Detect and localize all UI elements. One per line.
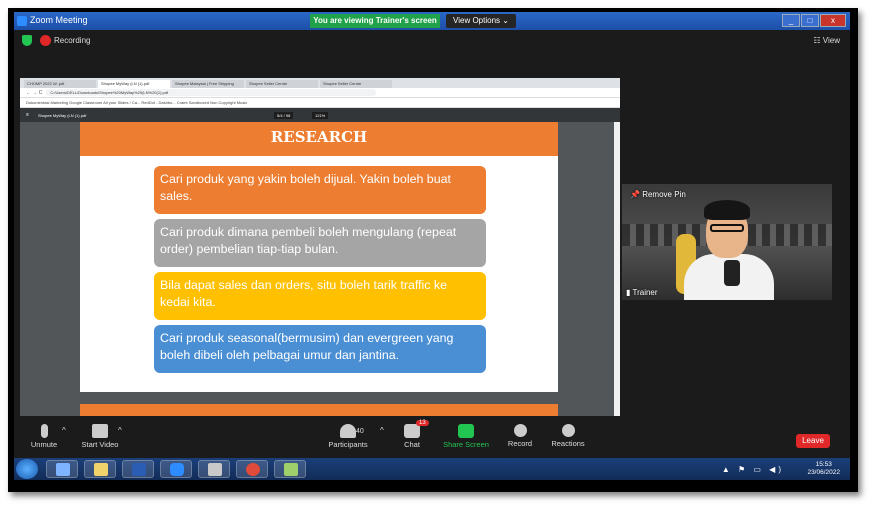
recording-icon (40, 35, 51, 46)
app-icon (56, 463, 70, 476)
participant-name-label: Trainer (632, 288, 658, 297)
zoom-level[interactable]: 121% (312, 112, 329, 119)
person-hair (704, 200, 750, 220)
pdf-scrollbar[interactable] (614, 122, 620, 416)
share-screen-icon (458, 424, 474, 438)
browser-tabs: CHOMP 2022 W..pdf Shopee MyWay (LN (1).p… (20, 78, 620, 88)
address-bar: ← → C C:/Users/DELL/Downloads/Shopee%20M… (20, 88, 620, 98)
video-off-icon (92, 424, 108, 438)
video-options-chevron-icon[interactable]: ^ (118, 426, 122, 435)
start-button-icon[interactable] (16, 459, 38, 479)
security-shield-icon[interactable] (22, 35, 32, 46)
app-icon (284, 463, 298, 476)
view-button[interactable]: ☷ View (813, 36, 840, 45)
chat-badge: 13 (416, 420, 429, 426)
browser-tab[interactable]: Shopee Seller Centre (246, 80, 318, 88)
participant-name: ▮ Trainer (626, 288, 658, 297)
browser-tab[interactable]: Shopee Seller Centre (320, 80, 392, 88)
window-controls: _ □ x (782, 14, 846, 28)
record-label: Record (507, 439, 533, 448)
research-card: Cari produk yang yakin boleh dijual. Yak… (154, 166, 486, 214)
browser-tab[interactable]: Shopee Malaysia | Free Shipping (172, 80, 244, 88)
start-video-label: Start Video (81, 440, 119, 449)
taskbar-app[interactable] (84, 460, 116, 478)
clock[interactable]: 15:53 23/06/2022 (807, 461, 840, 477)
minimize-button[interactable]: _ (782, 14, 800, 27)
trainer-video[interactable]: 📌 Remove Pin ▮ Trainer (622, 184, 832, 300)
audio-options-chevron-icon[interactable]: ^ (62, 426, 66, 435)
glasses (710, 224, 744, 232)
research-card: Cari produk dimana pembeli boleh mengula… (154, 219, 486, 267)
pdf-page: RESEARCH Cari produk yang yakin boleh di… (80, 122, 558, 392)
viewing-screen-badge: You are viewing Trainer's screen (310, 14, 440, 28)
hourglass-icon (208, 463, 222, 476)
remove-pin-label: Remove Pin (642, 190, 686, 199)
zoom-app-icon (17, 16, 27, 26)
zoom-icon (170, 463, 184, 476)
chat-label: Chat (404, 440, 420, 449)
taskbar-app[interactable] (46, 460, 78, 478)
folder-icon (94, 463, 108, 476)
url-field[interactable]: C:/Users/DELL/Downloads/Shopee%20MyWay%2… (46, 89, 377, 96)
chat-icon (404, 424, 420, 438)
clock-date: 23/06/2022 (807, 469, 840, 476)
research-card: Bila dapat sales dan orders, situ boleh … (154, 272, 486, 320)
nav-arrows-icon[interactable]: ← → C (26, 90, 42, 96)
clock-time: 15:53 (815, 461, 832, 468)
taskbar-app[interactable] (236, 460, 268, 478)
shared-screen-browser: CHOMP 2022 W..pdf Shopee MyWay (LN (1).p… (20, 78, 620, 416)
leave-button[interactable]: Leave (796, 434, 830, 448)
slide-title: RESEARCH (80, 122, 558, 156)
recording-label: Recording (54, 36, 91, 45)
share-screen-button[interactable]: Share Screen (436, 424, 496, 449)
share-screen-label: Share Screen (443, 440, 489, 449)
record-icon (513, 424, 527, 437)
maximize-button[interactable]: □ (801, 14, 819, 27)
taskbar-app[interactable] (160, 460, 192, 478)
taskbar-app[interactable] (274, 460, 306, 478)
page-indicator[interactable]: 5/4 / 98 (274, 112, 294, 119)
next-pdf-page (80, 404, 558, 416)
bookmarks-bar[interactable]: Dokumentasi Marketing Google Classroom A… (20, 98, 620, 108)
browser-tab-active[interactable]: Shopee MyWay (LN (1).pdf (98, 80, 170, 88)
reactions-label: Reactions (551, 439, 585, 448)
windows-taskbar: ▲ ⚑ ▭ ◀) 15:53 23/06/2022 (14, 458, 850, 480)
pdf-toolbar: ≡ Shopee MyWay (LN (1).pdf 5/4 / 98 121% (20, 108, 620, 122)
menu-icon[interactable]: ≡ (26, 112, 29, 118)
taskbar-app[interactable] (122, 460, 154, 478)
participants-icon (340, 424, 356, 438)
pdf-filename: Shopee MyWay (LN (1).pdf (38, 113, 87, 118)
system-tray-icons[interactable]: ▲ ⚑ ▭ ◀) (722, 465, 784, 474)
word-icon (132, 463, 146, 476)
close-button[interactable]: x (820, 14, 846, 27)
reactions-button[interactable]: Reactions (538, 424, 598, 448)
pdf-viewer: RESEARCH Cari produk yang yakin boleh di… (20, 122, 620, 416)
meeting-controls: Unmute ^ Start Video ^ 40 Participants ^… (14, 420, 850, 458)
window-title: Zoom Meeting (30, 15, 88, 25)
meeting-status-bar: Recording ☷ View (14, 30, 850, 52)
browser-tab[interactable]: CHOMP 2022 W..pdf (24, 80, 96, 88)
chat-button[interactable]: 13 Chat (382, 420, 442, 449)
title-bar: Zoom Meeting You are viewing Trainer's s… (14, 12, 850, 30)
taskbar-app[interactable] (198, 460, 230, 478)
muted-mic-icon (40, 424, 48, 438)
participants-button[interactable]: 40 Participants (318, 424, 378, 449)
zoom-window: Zoom Meeting You are viewing Trainer's s… (14, 12, 850, 480)
microphone (724, 260, 740, 286)
research-card: Cari produk seasonal(bermusim) dan everg… (154, 325, 486, 373)
view-options-button[interactable]: View Options ⌄ (446, 14, 516, 28)
remove-pin-button[interactable]: 📌 Remove Pin (630, 190, 686, 199)
unmute-label: Unmute (30, 440, 58, 449)
reactions-icon (561, 424, 575, 437)
view-label: View (822, 36, 840, 45)
participants-label: Participants (328, 440, 368, 449)
participants-count: 40 (356, 428, 364, 435)
chrome-icon (246, 463, 260, 476)
